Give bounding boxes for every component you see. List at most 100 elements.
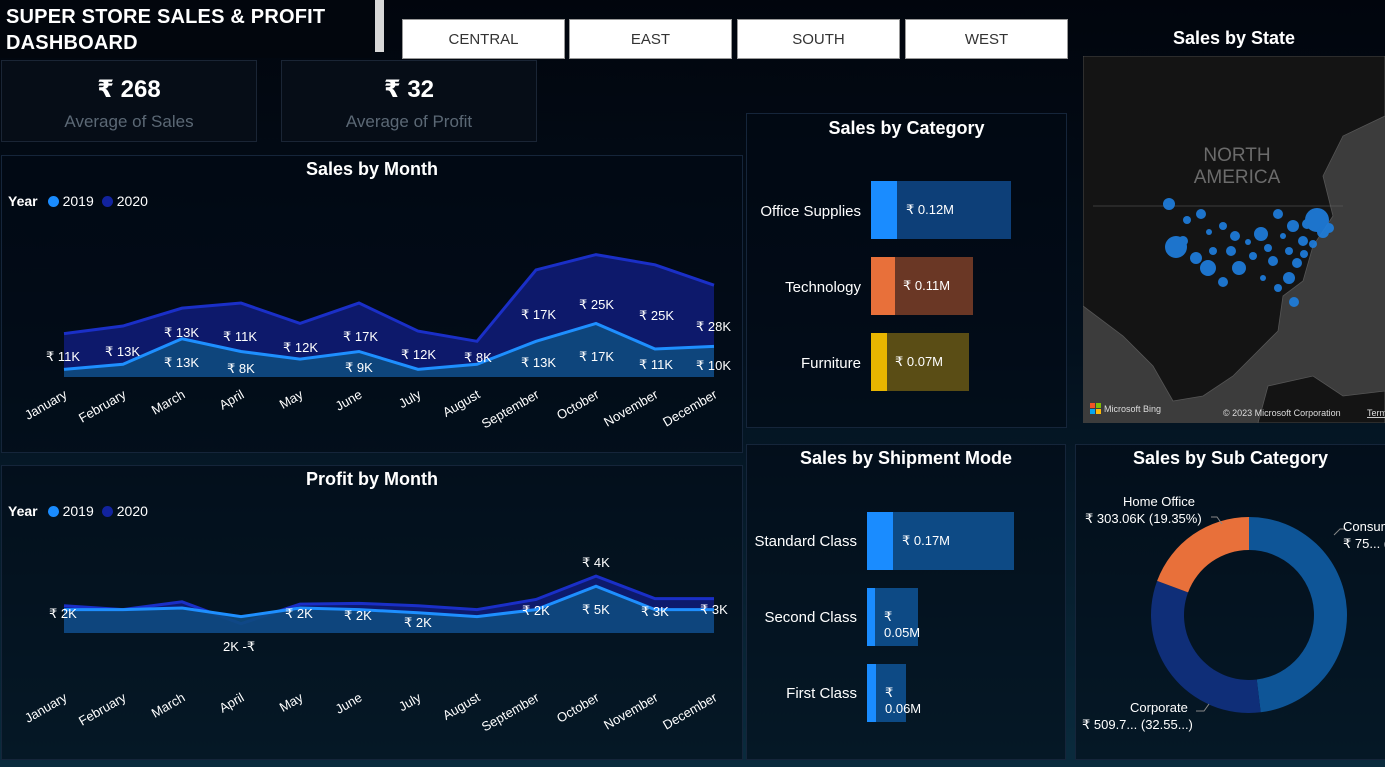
donut-slice-corporate[interactable] xyxy=(1151,580,1261,713)
x-tick-label: February xyxy=(76,386,129,425)
kpi-label: Average of Sales xyxy=(64,112,194,131)
map-attribution-copyright: © 2023 Microsoft Corporation xyxy=(1223,408,1341,418)
category-bar-office-supplies[interactable]: ₹ 0.12M xyxy=(871,181,1011,239)
bar-fill xyxy=(867,512,893,570)
shipment-bar-standard[interactable]: ₹ 0.17M xyxy=(867,512,1014,570)
donut-label-name: Corporate xyxy=(1130,700,1188,715)
data-label: ₹ 11K xyxy=(46,349,80,364)
data-label: 2K -₹ xyxy=(223,639,255,654)
donut-label-value: ₹ 509.7... (32.55...) xyxy=(1082,717,1193,732)
x-tick-label: May xyxy=(277,689,306,715)
state-bubble[interactable] xyxy=(1264,244,1272,252)
x-tick-label: April xyxy=(216,690,246,716)
state-bubble[interactable] xyxy=(1206,229,1212,235)
data-label: ₹ 2K xyxy=(285,606,313,621)
bar-value-label: ₹ 0.12M xyxy=(906,202,955,217)
bar-value-label: ₹ 0.11M xyxy=(903,278,951,293)
state-bubble[interactable] xyxy=(1245,239,1251,245)
data-label: ₹ 4K xyxy=(582,555,610,570)
state-bubble[interactable] xyxy=(1219,222,1227,230)
data-label: ₹ 13K xyxy=(521,355,556,370)
state-bubble[interactable] xyxy=(1287,220,1299,232)
state-bubble[interactable] xyxy=(1200,260,1216,276)
state-bubble[interactable] xyxy=(1298,236,1308,246)
category-bar-furniture[interactable]: ₹ 0.07M xyxy=(871,333,969,391)
state-bubble[interactable] xyxy=(1226,246,1236,256)
state-bubble[interactable] xyxy=(1309,240,1317,248)
region-button-east[interactable]: EAST xyxy=(569,19,732,59)
state-bubble[interactable] xyxy=(1273,209,1283,219)
x-tick-label: August xyxy=(440,386,483,419)
kpi-label: Average of Profit xyxy=(345,112,473,131)
state-bubble[interactable] xyxy=(1165,236,1187,258)
region-button-central[interactable]: CENTRAL xyxy=(402,19,565,59)
data-label: ₹ 9K xyxy=(345,360,373,375)
sales-by-month-panel: Sales by Month Year 2019 2020 ₹ 11K ₹ 13… xyxy=(1,155,743,453)
data-label: ₹ 13K xyxy=(164,355,199,370)
profit-by-month-chart: ₹ 2K 2K -₹ ₹ 2K ₹ 2K ₹ 2K ₹ 2K ₹ 4K ₹ 5K… xyxy=(22,555,728,734)
state-bubble[interactable] xyxy=(1324,223,1334,233)
region-button-south[interactable]: SOUTH xyxy=(737,19,900,59)
category-label: Furniture xyxy=(800,355,861,372)
state-bubble[interactable] xyxy=(1218,277,1228,287)
chart-title: Sales by Category xyxy=(828,118,985,138)
donut-label-name: Home Office xyxy=(1123,494,1195,509)
state-bubble[interactable] xyxy=(1268,256,1278,266)
state-bubble[interactable] xyxy=(1280,233,1286,239)
data-label: ₹ 11K xyxy=(639,357,673,372)
state-bubble[interactable] xyxy=(1183,216,1191,224)
category-bar-technology[interactable]: ₹ 0.11M xyxy=(871,257,973,315)
x-tick-label: October xyxy=(554,689,602,725)
x-tick-label: June xyxy=(333,690,365,717)
shipment-label: Standard Class xyxy=(754,533,857,550)
state-bubble[interactable] xyxy=(1285,247,1293,255)
state-bubble[interactable] xyxy=(1209,247,1217,255)
sales-by-state-map[interactable]: NORTH AMERICA Microsoft Bing © 2023 Micr… xyxy=(1083,56,1385,423)
category-label: Technology xyxy=(785,279,861,296)
data-label: ₹ 2K xyxy=(344,608,372,623)
shipment-bar-first[interactable]: ₹ 0.06M xyxy=(867,664,921,722)
state-bubble[interactable] xyxy=(1289,297,1299,307)
data-label: ₹ 12K xyxy=(401,347,436,362)
map-terms-link[interactable]: Terms xyxy=(1367,408,1385,418)
bar-value-label: ₹ 0.05M xyxy=(884,609,921,640)
x-tick-label: March xyxy=(149,387,188,418)
state-bubble[interactable] xyxy=(1254,227,1268,241)
dashboard-title-block: SUPER STORE SALES & PROFIT DASHBOARD xyxy=(0,0,372,58)
donut-slice-consumer[interactable] xyxy=(1249,517,1347,713)
category-label: Office Supplies xyxy=(760,203,861,220)
region-button-west[interactable]: WEST xyxy=(905,19,1068,59)
state-bubble[interactable] xyxy=(1232,261,1246,275)
data-label: ₹ 28K xyxy=(696,319,731,334)
data-label: ₹ 3K xyxy=(641,604,669,619)
sales-by-month-chart: ₹ 11K ₹ 13K ₹ 13K ₹ 8K ₹ 12K ₹ 9K ₹ 12K … xyxy=(22,253,731,431)
data-label: ₹ 10K xyxy=(696,358,731,373)
data-label: ₹ 2K xyxy=(404,615,432,630)
bar-fill xyxy=(871,181,897,239)
title-line-2: DASHBOARD xyxy=(6,32,138,54)
state-bubble[interactable] xyxy=(1283,272,1295,284)
state-bubble[interactable] xyxy=(1163,198,1175,210)
state-bubble[interactable] xyxy=(1300,250,1308,258)
state-bubble[interactable] xyxy=(1274,284,1282,292)
subcategory-donut-chart: Home Office ₹ 303.06K (19.35%) Corporate… xyxy=(1082,494,1385,732)
map-title: Sales by State xyxy=(1172,28,1296,48)
donut-slice-home-office[interactable] xyxy=(1157,517,1249,593)
bar-fill xyxy=(867,588,875,646)
state-bubble[interactable] xyxy=(1230,231,1240,241)
bar-value-label: ₹ 0.07M xyxy=(895,354,944,369)
x-tick-label: December xyxy=(660,689,720,732)
donut-label-value: ₹ 303.06K (19.35%) xyxy=(1085,511,1202,526)
state-bubble[interactable] xyxy=(1196,209,1206,219)
state-bubble[interactable] xyxy=(1260,275,1266,281)
state-bubble[interactable] xyxy=(1190,252,1202,264)
state-bubble[interactable] xyxy=(1249,252,1257,260)
data-label: ₹ 25K xyxy=(639,308,674,323)
leader-line xyxy=(1196,703,1210,712)
x-tick-label: January xyxy=(22,689,70,725)
shipment-bar-second[interactable]: ₹ 0.05M xyxy=(867,588,921,646)
state-bubble[interactable] xyxy=(1292,258,1302,268)
bar-fill xyxy=(867,664,876,722)
sales-by-category-panel: Sales by Category Office Supplies ₹ 0.12… xyxy=(746,113,1067,428)
title-scrollbar[interactable] xyxy=(375,0,384,52)
